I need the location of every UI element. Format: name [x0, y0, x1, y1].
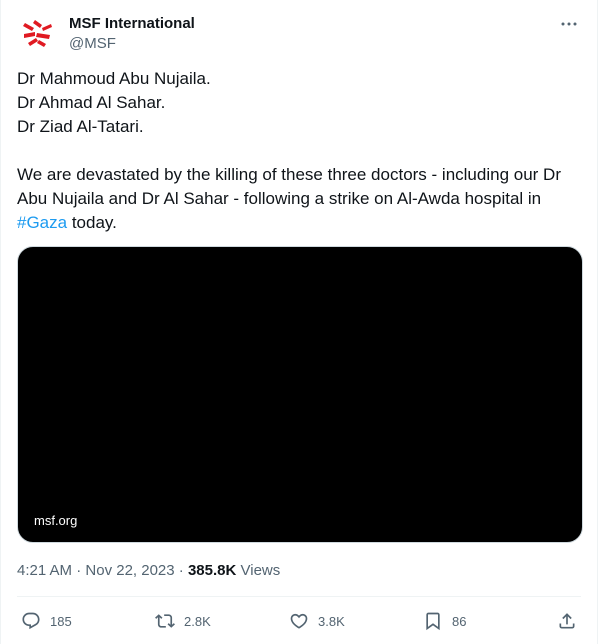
author-names: MSF International @MSF — [69, 14, 195, 54]
retweet-count: 2.8K — [184, 613, 211, 629]
reply-button[interactable]: 185 — [21, 606, 72, 636]
hashtag-link[interactable]: #Gaza — [17, 213, 67, 232]
tweet-line: Dr Mahmoud Abu Nujaila. — [17, 69, 211, 88]
more-options-button[interactable] — [557, 12, 581, 36]
timestamp-link[interactable]: 4:21 AM · Nov 22, 2023 — [17, 562, 175, 579]
bookmark-icon — [426, 612, 440, 631]
tweet-paragraph-line: We are devastated by the killing of thes… — [17, 165, 561, 184]
like-count: 3.8K — [318, 613, 345, 629]
meta-separator: · — [72, 562, 86, 579]
tweet-line: Dr Ahmad Al Sahar. — [17, 93, 166, 112]
avatar[interactable] — [17, 12, 57, 52]
share-button[interactable] — [557, 606, 577, 636]
author-handle[interactable]: @MSF — [69, 34, 195, 54]
more-icon — [561, 22, 577, 26]
tweet-date: Nov 22, 2023 — [85, 562, 175, 579]
like-icon — [290, 613, 308, 629]
reply-count: 185 — [50, 613, 72, 629]
media-card[interactable]: msf.org — [17, 246, 583, 543]
views-label: Views — [236, 562, 281, 579]
tweet-card: MSF International @MSF Dr Mahmoud Abu Nu… — [0, 0, 598, 644]
msf-logo-icon — [23, 20, 52, 47]
tweet-header: MSF International @MSF — [17, 12, 581, 56]
bookmark-button[interactable]: 86 — [423, 606, 466, 636]
tweet-time: 4:21 AM — [17, 562, 73, 579]
tweet-line: Dr Ziad Al-Tatari. — [17, 117, 144, 136]
tweet-paragraph-tail: today. — [67, 213, 117, 232]
retweet-icon — [155, 614, 175, 628]
bookmark-count: 86 — [452, 613, 467, 629]
reply-icon — [22, 612, 40, 630]
share-icon — [559, 613, 575, 629]
author-display-name[interactable]: MSF International — [69, 14, 195, 34]
tweet-text: Dr Mahmoud Abu Nujaila. Dr Ahmad Al Saha… — [17, 67, 583, 235]
tweet-meta: 4:21 AM · Nov 22, 2023 · 385.8K Views — [17, 561, 280, 581]
tweet-paragraph-line: #Gaza today. — [17, 211, 583, 235]
divider — [17, 596, 581, 597]
like-button[interactable]: 3.8K — [289, 606, 345, 636]
tweet-paragraph-line: Abu Nujaila and Dr Al Sahar - following … — [17, 189, 542, 208]
views-count: 385.8K — [187, 562, 237, 579]
action-bar: 185 2.8K 3.8K 86 — [17, 606, 581, 636]
meta-separator: · — [174, 562, 188, 579]
media-source-label: msf.org — [34, 513, 78, 528]
retweet-button[interactable]: 2.8K — [155, 606, 211, 636]
